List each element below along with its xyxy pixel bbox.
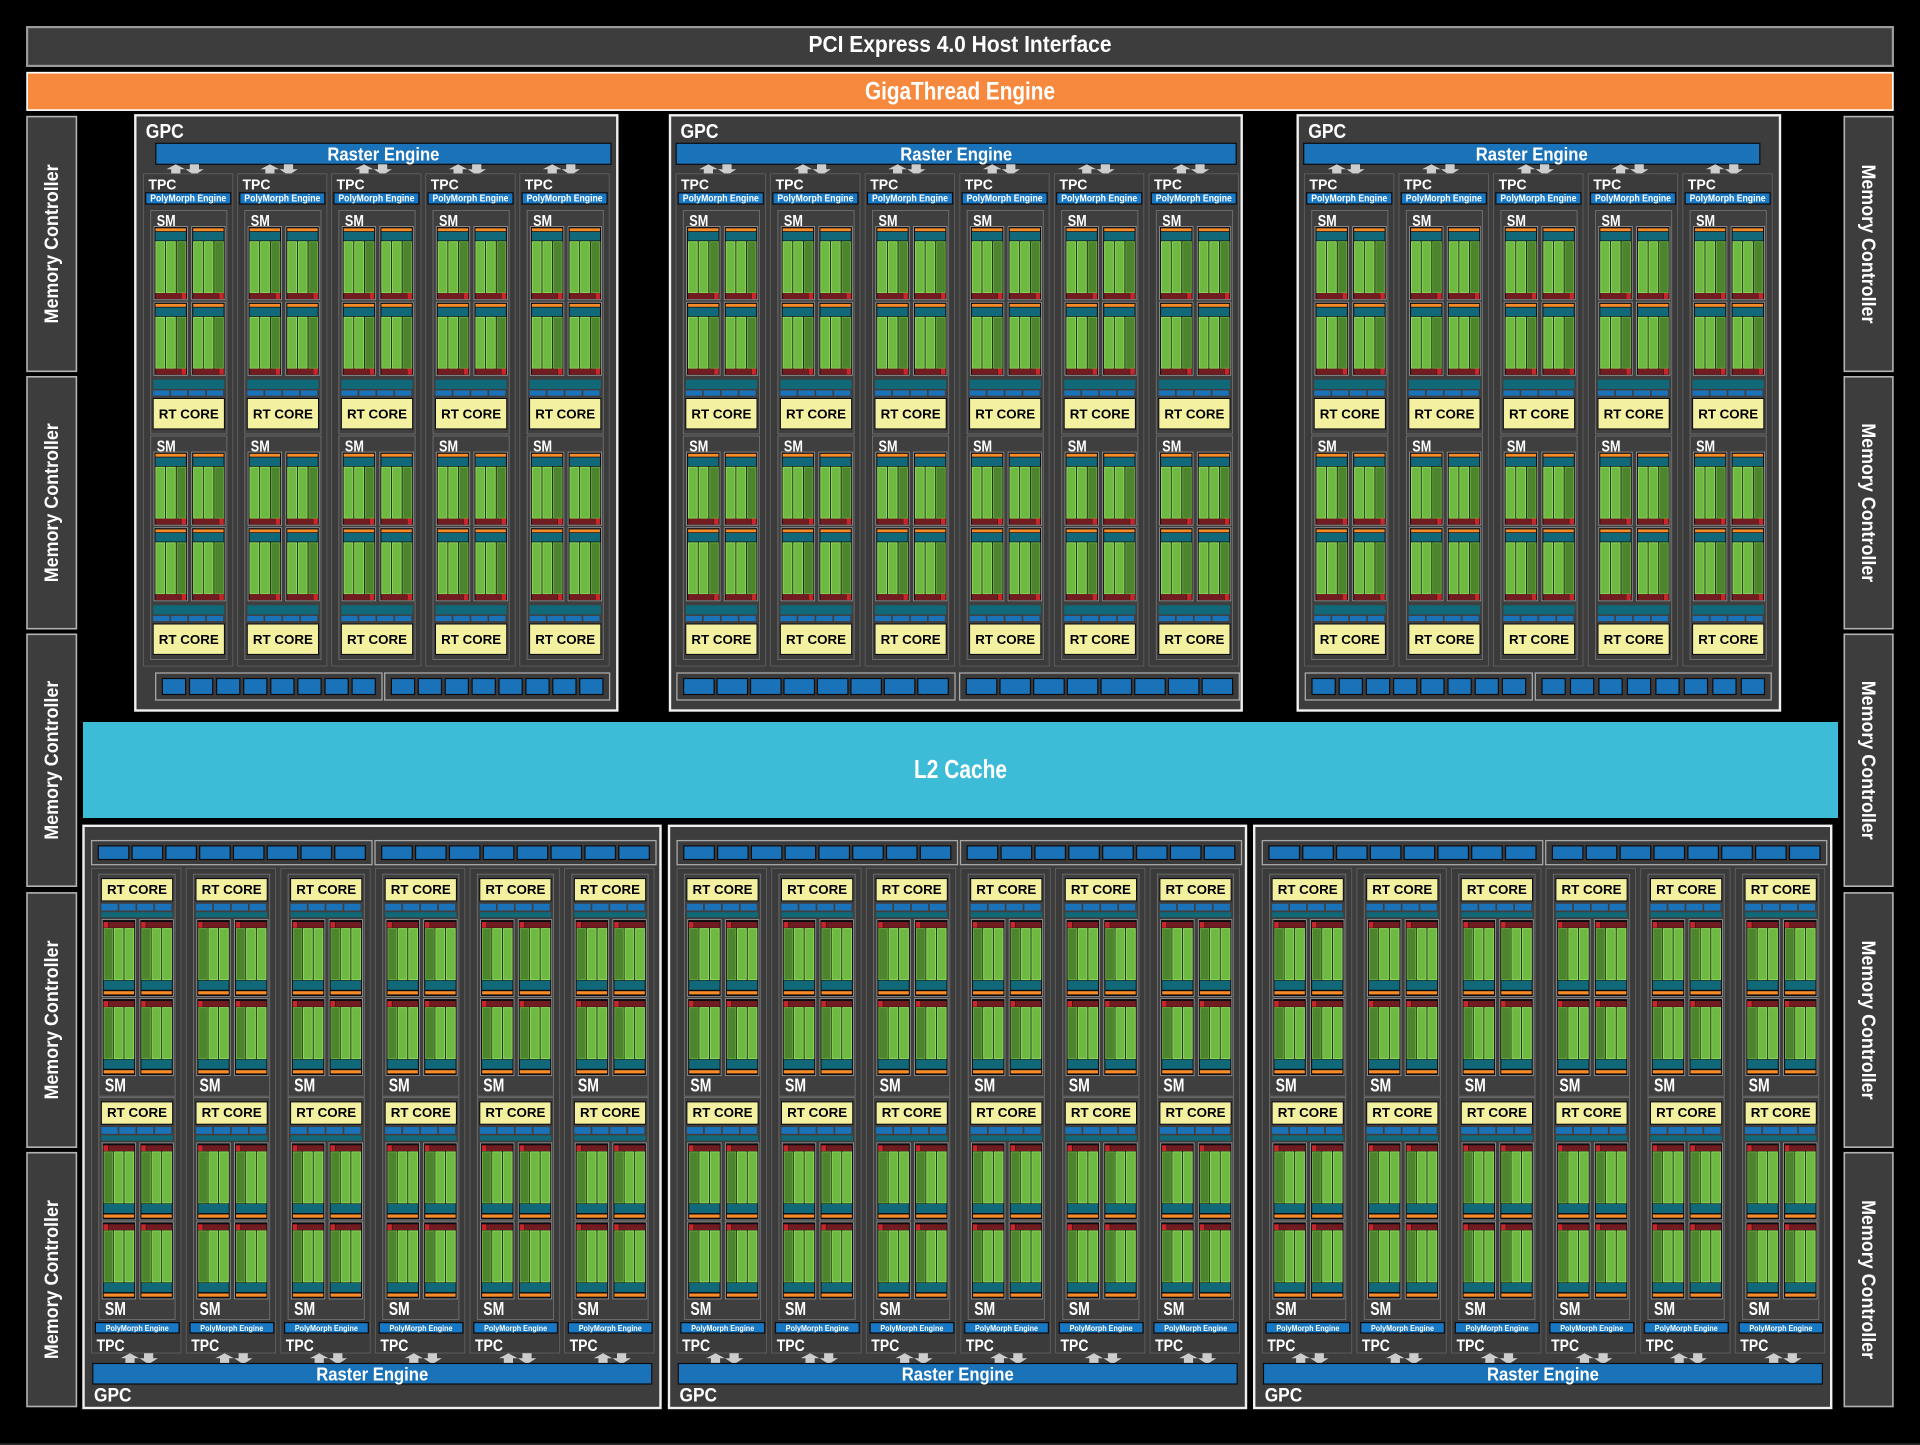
svg-text:Memory Controller: Memory Controller [42, 423, 63, 583]
svg-text:Memory Controller: Memory Controller [42, 940, 63, 1100]
svg-text:Raster Engine: Raster Engine [316, 1363, 428, 1384]
svg-text:Memory Controller: Memory Controller [42, 680, 63, 840]
svg-text:Raster Engine: Raster Engine [902, 1363, 1014, 1384]
svg-text:GPC: GPC [680, 1385, 718, 1407]
svg-text:Raster Engine: Raster Engine [1476, 144, 1588, 165]
svg-text:L2 Cache: L2 Cache [914, 754, 1007, 784]
svg-text:Raster Engine: Raster Engine [1487, 1363, 1599, 1384]
svg-text:Memory Controller: Memory Controller [1857, 1200, 1878, 1360]
svg-text:Memory Controller: Memory Controller [1857, 423, 1878, 583]
svg-text:Memory Controller: Memory Controller [42, 164, 63, 324]
svg-text:GPC: GPC [94, 1385, 132, 1407]
svg-text:Raster Engine: Raster Engine [327, 144, 439, 165]
svg-text:PCI Express 4.0 Host Interface: PCI Express 4.0 Host Interface [809, 31, 1112, 57]
svg-text:GPC: GPC [146, 121, 184, 143]
svg-text:Memory Controller: Memory Controller [42, 1200, 63, 1360]
svg-text:GigaThread Engine: GigaThread Engine [865, 77, 1055, 105]
svg-text:Memory Controller: Memory Controller [1857, 681, 1878, 841]
svg-text:Raster Engine: Raster Engine [900, 144, 1012, 165]
svg-text:GPC: GPC [1265, 1385, 1303, 1407]
svg-text:GPC: GPC [681, 121, 719, 143]
svg-text:Memory Controller: Memory Controller [1857, 164, 1878, 324]
svg-text:GPC: GPC [1308, 121, 1346, 143]
svg-text:Memory Controller: Memory Controller [1857, 941, 1878, 1101]
